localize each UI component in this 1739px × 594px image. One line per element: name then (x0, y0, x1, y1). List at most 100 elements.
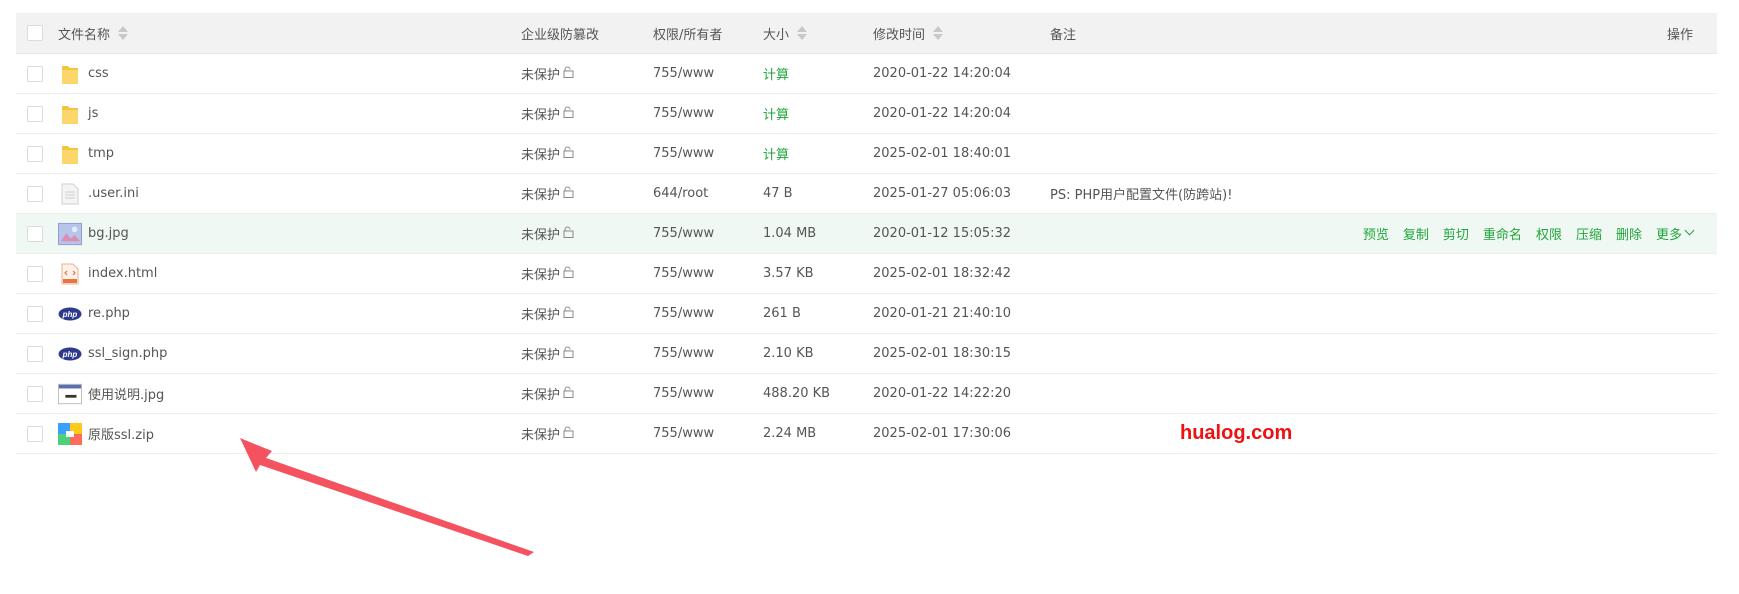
row-action-button[interactable]: 重命名 (1483, 224, 1522, 243)
permission-owner[interactable]: 755/www (653, 106, 714, 121)
row-checkbox[interactable] (27, 145, 43, 162)
file-name[interactable]: re.php (88, 306, 130, 321)
file-size[interactable]: 计算 (763, 104, 789, 123)
file-name[interactable]: ssl_sign.php (88, 346, 167, 361)
mtime-column-header[interactable]: 修改时间 (873, 13, 944, 53)
protect-status: 未保护 (521, 308, 561, 323)
row-checkbox[interactable] (27, 345, 43, 362)
size-column-header[interactable]: 大小 (763, 13, 808, 53)
file-name[interactable]: js (88, 106, 98, 121)
name-column-header[interactable]: 文件名称 (58, 13, 129, 53)
row-action-button[interactable]: 权限 (1536, 224, 1562, 243)
file-name-cell[interactable]: tmp (58, 134, 114, 173)
file-name[interactable]: css (88, 66, 109, 81)
permission-owner[interactable]: 755/www (653, 226, 714, 241)
unlock-icon[interactable] (562, 226, 574, 242)
table-row[interactable]: js 未保护 755/www 计算 2020-01-22 14:20:04 (16, 94, 1717, 134)
table-row[interactable]: index.html 未保护 755/www 3.57 KB 2025-02-01 18… (16, 254, 1717, 294)
file-name-cell[interactable]: .user.ini (58, 174, 139, 213)
permission-owner[interactable]: 755/www (653, 386, 714, 401)
file-name-cell[interactable]: bg.jpg (58, 214, 129, 253)
permission-owner[interactable]: 755/www (653, 66, 714, 81)
chevron-down-icon[interactable] (1684, 225, 1695, 236)
row-checkbox[interactable] (27, 105, 43, 122)
file-name[interactable]: .user.ini (88, 186, 139, 201)
unlock-icon[interactable] (562, 66, 574, 82)
row-actions: 预览 复制 剪切 重命名 权限 压缩 删除 更多 (1363, 214, 1695, 253)
file-name-cell[interactable]: css (58, 54, 109, 93)
file-size: 488.20 KB (763, 386, 831, 401)
file-name[interactable]: bg.jpg (88, 226, 129, 241)
file-name[interactable]: tmp (88, 146, 114, 161)
perm-header-label: 权限/所有者 (653, 27, 723, 43)
modified-time: 2025-02-01 18:40:01 (873, 146, 1012, 161)
modified-time: 2020-01-22 14:20:04 (873, 106, 1012, 121)
file-size[interactable]: 计算 (763, 144, 789, 163)
file-name-cell[interactable]: index.html (58, 254, 157, 293)
table-row[interactable]: .user.ini 未保护 644/root 47 B 2025-01-27 05:06… (16, 174, 1717, 214)
file-name[interactable]: index.html (88, 266, 157, 281)
note-header-label: 备注 (1050, 27, 1077, 43)
unlock-icon[interactable] (562, 146, 574, 162)
table-row[interactable]: css 未保护 755/www 计算 2020-01-22 14:20:04 (16, 54, 1717, 94)
protect-status: 未保护 (521, 428, 561, 443)
sort-icon[interactable] (933, 26, 944, 40)
file-name-cell[interactable]: js (58, 94, 98, 133)
table-row[interactable]: bg.jpg 未保护 755/www 1.04 MB 2020-01-12 15:05:… (16, 214, 1717, 254)
sort-icon[interactable] (118, 26, 129, 40)
table-row[interactable]: 使用说明.jpg 未保护 755/www 488.20 KB 2020-01-22 14… (16, 374, 1717, 414)
file-size: 2.24 MB (763, 426, 817, 441)
sort-icon[interactable] (797, 26, 808, 40)
row-checkbox[interactable] (27, 225, 43, 242)
row-checkbox[interactable] (27, 305, 43, 322)
file-name-cell[interactable]: 原版ssl.zip (58, 414, 154, 453)
file-name-cell[interactable]: php ssl_sign.php (58, 334, 167, 373)
file-note: PS: PHP用户配置文件(防跨站)! (1050, 188, 1233, 203)
row-checkbox[interactable] (27, 425, 43, 442)
unlock-icon[interactable] (562, 186, 574, 202)
permission-owner[interactable]: 755/www (653, 306, 714, 321)
table-row[interactable]: php re.php 未保护 755/www 261 B 2020-01-21 21:40… (16, 294, 1717, 334)
svg-text:php: php (62, 350, 78, 359)
watermark: hualog.com (1180, 422, 1293, 444)
name-header-label: 文件名称 (58, 27, 111, 43)
row-checkbox[interactable] (27, 265, 43, 282)
permission-owner[interactable]: 755/www (653, 426, 714, 441)
row-checkbox[interactable] (27, 65, 43, 82)
file-name-cell[interactable]: php re.php (58, 294, 130, 333)
row-action-button[interactable]: 压缩 (1576, 224, 1602, 243)
permission-owner[interactable]: 755/www (653, 146, 714, 161)
row-action-button[interactable]: 预览 (1363, 224, 1389, 243)
unlock-icon[interactable] (562, 266, 574, 282)
file-name-cell[interactable]: 使用说明.jpg (58, 374, 164, 413)
file-size[interactable]: 计算 (763, 64, 789, 83)
permission-owner[interactable]: 755/www (653, 346, 714, 361)
table-row[interactable]: tmp 未保护 755/www 计算 2025-02-01 18:40:01 (16, 134, 1717, 174)
table-header: 文件名称 企业级防篡改 权限/所有者 大小 修改时间 备注 操作 (16, 13, 1717, 54)
row-checkbox[interactable] (27, 385, 43, 402)
protect-status: 未保护 (521, 388, 561, 403)
unlock-icon[interactable] (562, 106, 574, 122)
unlock-icon[interactable] (562, 426, 574, 442)
row-checkbox[interactable] (27, 185, 43, 202)
row-action-button[interactable]: 更多 (1656, 224, 1682, 243)
protect-status: 未保护 (521, 108, 561, 123)
row-action-button[interactable]: 剪切 (1443, 224, 1469, 243)
table-row[interactable]: php ssl_sign.php 未保护 755/www 2.10 KB 2025-02-… (16, 334, 1717, 374)
text-file-icon (58, 182, 82, 206)
modified-time: 2025-02-01 18:30:15 (873, 346, 1012, 361)
permission-owner[interactable]: 644/root (653, 186, 708, 201)
unlock-icon[interactable] (562, 306, 574, 322)
protect-header-label: 企业级防篡改 (521, 27, 600, 43)
select-all-checkbox[interactable] (27, 25, 43, 41)
unlock-icon[interactable] (562, 346, 574, 362)
file-name[interactable]: 原版ssl.zip (88, 424, 154, 443)
unlock-icon[interactable] (562, 386, 574, 402)
table-row[interactable]: 原版ssl.zip 未保护 755/www 2.24 MB 2025-02-01 17:… (16, 414, 1717, 454)
file-size: 1.04 MB (763, 226, 817, 241)
protect-status: 未保护 (521, 228, 561, 243)
row-action-button[interactable]: 复制 (1403, 224, 1429, 243)
row-action-button[interactable]: 删除 (1616, 224, 1642, 243)
permission-owner[interactable]: 755/www (653, 266, 714, 281)
file-name[interactable]: 使用说明.jpg (88, 384, 164, 403)
